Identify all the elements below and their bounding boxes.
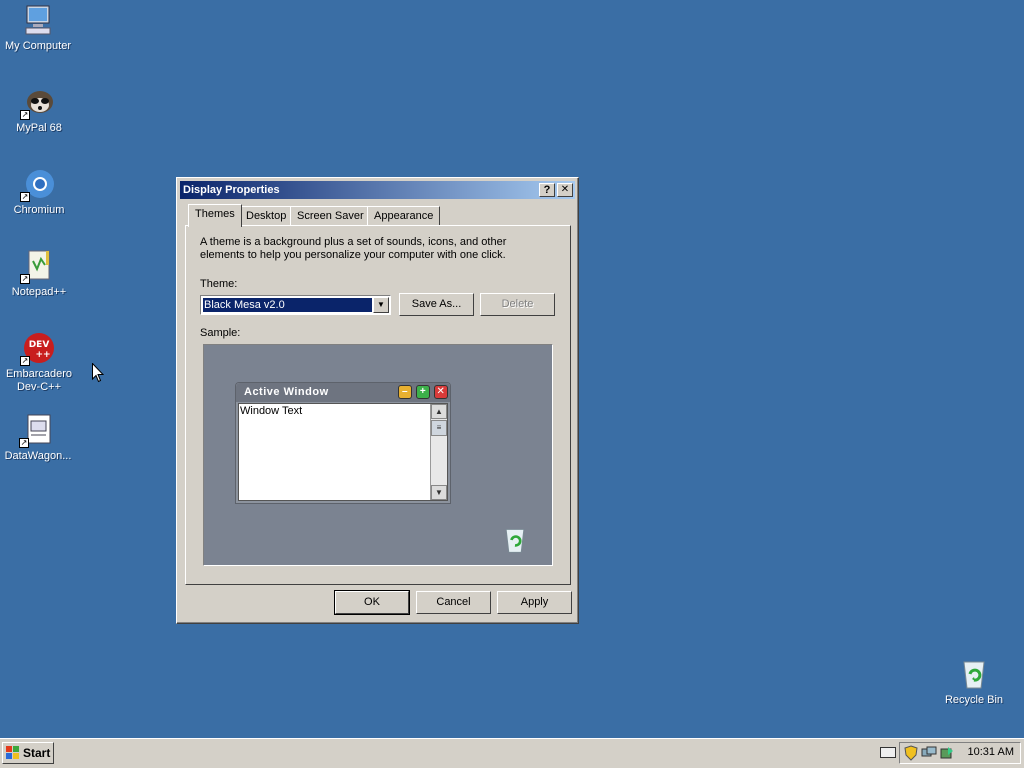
help-button[interactable]: ? (539, 183, 555, 197)
desktop-icon-notepadpp[interactable]: ↗ Notepad++ (1, 249, 77, 299)
start-label: Start (23, 746, 51, 760)
delete-button[interactable]: Delete (480, 293, 555, 316)
safely-remove-hardware-icon[interactable] (939, 745, 955, 761)
notepadpp-icon: ↗ (20, 249, 56, 284)
shortcut-arrow-icon: ↗ (20, 110, 30, 120)
save-as-button[interactable]: Save As... (399, 293, 474, 316)
shortcut-arrow-icon: ↗ (20, 356, 30, 366)
desktop-icon-label: MyPal 68 (16, 122, 62, 134)
network-icon[interactable] (921, 746, 937, 760)
theme-label: Theme: (200, 278, 238, 290)
dialog-title: Display Properties (183, 184, 280, 196)
recycle-bin-icon (957, 657, 991, 691)
desktop-icon-label: My Computer (4, 40, 72, 52)
sample-window-title: Active Window (244, 386, 329, 398)
taskbar: Start 10:31 AM (0, 738, 1024, 768)
sample-label: Sample: (200, 327, 241, 339)
desktop-icon-label: Chromium (13, 204, 65, 216)
theme-description: A theme is a background plus a set of so… (200, 236, 507, 261)
start-button[interactable]: Start (2, 742, 54, 764)
security-shield-icon[interactable] (904, 745, 918, 761)
ok-button[interactable]: OK (334, 590, 410, 615)
my-computer-icon (21, 3, 55, 37)
svg-text:DEV: DEV (29, 340, 50, 350)
tab-screen-saver[interactable]: Screen Saver (290, 206, 371, 226)
desktop-icon-label: Recycle Bin (944, 694, 1004, 706)
chromium-icon: ↗ (20, 167, 56, 202)
shortcut-arrow-icon: ↗ (20, 192, 30, 202)
desktop-icon-label: DataWagon... (4, 450, 72, 462)
close-button[interactable]: ✕ (557, 183, 573, 197)
mypal-raccoon-icon: ↗ (20, 85, 56, 120)
svg-text:++: ++ (35, 350, 50, 360)
desktop-icon-devcpp[interactable]: DEV ++ ↗ Embarcadero Dev-C++ (1, 331, 77, 394)
theme-select-value: Black Mesa v2.0 (203, 298, 372, 312)
sample-window-text: Window Text (240, 405, 303, 417)
sample-recycle-bin-icon (505, 528, 525, 553)
desktop-icon-label: Notepad++ (11, 286, 67, 298)
windows-logo-icon (6, 746, 19, 759)
desktop-icon-recycle-bin[interactable]: Recycle Bin (936, 657, 1012, 707)
scroll-down-icon: ▼ (431, 485, 447, 500)
desktop-icon-chromium[interactable]: ↗ Chromium (1, 167, 77, 217)
shortcut-arrow-icon: ↗ (20, 274, 30, 284)
system-tray: 10:31 AM (899, 742, 1021, 764)
tab-appearance[interactable]: Appearance (367, 206, 441, 226)
datawagon-icon: ↗ (19, 413, 55, 448)
minimize-icon: – (398, 385, 412, 399)
sample-active-window: Active Window – + ✕ Window Text ▲ ≡ ▼ (235, 382, 451, 504)
clock[interactable]: 10:31 AM (968, 746, 1014, 758)
keyboard-icon[interactable] (880, 747, 896, 758)
desktop-icon-label: Embarcadero Dev-C++ (5, 368, 73, 393)
desktop-icon-my-computer[interactable]: My Computer (0, 3, 76, 53)
devcpp-icon: DEV ++ ↗ (20, 331, 56, 366)
desktop-icon-datawagon[interactable]: ↗ DataWagon... (0, 413, 76, 463)
tab-themes[interactable]: Themes (188, 204, 242, 227)
sample-window-client: Window Text ▲ ≡ ▼ (238, 403, 448, 501)
maximize-icon: + (416, 385, 430, 399)
dialog-titlebar[interactable]: Display Properties ? ✕ (180, 181, 575, 199)
tab-desktop[interactable]: Desktop (239, 206, 294, 226)
sample-window-titlebar: Active Window – + ✕ (236, 383, 450, 402)
scroll-up-icon: ▲ (431, 404, 447, 419)
shortcut-arrow-icon: ↗ (19, 438, 29, 448)
apply-button[interactable]: Apply (497, 591, 572, 614)
dropdown-arrow-icon[interactable]: ▼ (373, 297, 389, 313)
cancel-button[interactable]: Cancel (416, 591, 491, 614)
sample-scrollbar: ▲ ≡ ▼ (430, 404, 447, 500)
close-icon: ✕ (434, 385, 448, 399)
desktop-icon-mypal[interactable]: ↗ MyPal 68 (1, 85, 77, 135)
mouse-cursor-icon (92, 363, 104, 383)
scroll-thumb: ≡ (431, 420, 447, 436)
theme-sample-preview: Active Window – + ✕ Window Text ▲ ≡ ▼ (203, 344, 553, 566)
theme-select[interactable]: Black Mesa v2.0 ▼ (200, 295, 391, 315)
